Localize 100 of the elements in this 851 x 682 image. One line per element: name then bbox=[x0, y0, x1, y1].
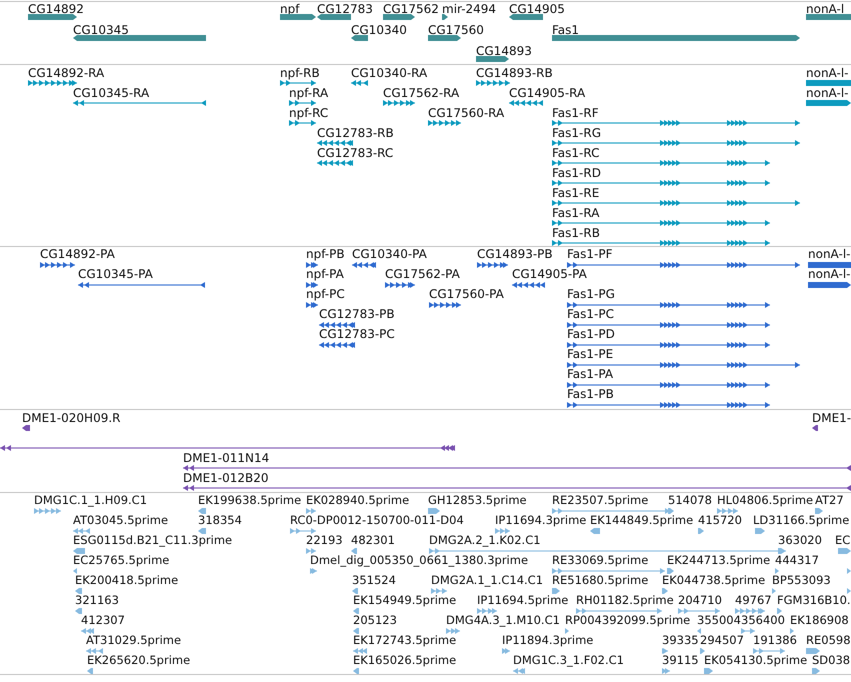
est-label: 355004 bbox=[697, 614, 741, 627]
est-label: DMG2A.2_1.K02.C1 bbox=[429, 534, 541, 547]
est-label: EK172743.5prime bbox=[353, 634, 456, 647]
transcript-label: nonA-l- bbox=[806, 87, 848, 100]
protein-label: Fas1-PE bbox=[567, 348, 614, 361]
est-label: AT31029.5prime bbox=[86, 634, 182, 647]
protein-label: npf-PC bbox=[306, 288, 345, 301]
est-label: 39335 bbox=[662, 634, 699, 647]
gene-label: mir-2494 bbox=[442, 3, 496, 16]
est-label: LD31166.5prime bbox=[753, 514, 850, 527]
est-label: 415720 bbox=[698, 514, 742, 527]
est-label: RE51680.5prime bbox=[552, 574, 648, 587]
est-label: 204710 bbox=[678, 594, 722, 607]
est-label: 39115 bbox=[662, 654, 699, 667]
est-label: 22193 bbox=[306, 534, 343, 547]
est-label: EK028940.5prime bbox=[306, 494, 410, 507]
protein-label: nonA-l- bbox=[808, 268, 850, 281]
transcript-label: Fas1-RE bbox=[552, 187, 600, 200]
gene-label: CG17562 bbox=[383, 3, 439, 16]
transcript-label: CG10340-RA bbox=[351, 67, 428, 80]
est-label: RE0598 bbox=[806, 634, 851, 647]
transcript-label: CG14892-RA bbox=[28, 67, 104, 80]
est-label: RE23507.5prime bbox=[552, 494, 648, 507]
est-label: FGM316B10. bbox=[777, 594, 851, 607]
protein-label: CG10345-PA bbox=[78, 268, 153, 281]
est-label: EC bbox=[835, 534, 850, 547]
est-label: 514078 bbox=[668, 494, 712, 507]
est-label: 205123 bbox=[353, 614, 397, 627]
transcript-label: Fas1-RA bbox=[552, 207, 600, 220]
est-label: DMG4A.3_1.M10.C1 bbox=[446, 614, 560, 627]
est-label: DMG2A.1_1.C14.C1 bbox=[431, 574, 544, 587]
gene-label: CG14905 bbox=[509, 3, 565, 16]
est-label: EK186908 bbox=[790, 614, 849, 627]
est-label: 412307 bbox=[81, 614, 125, 627]
protein-label: Fas1-PB bbox=[567, 388, 614, 401]
est-label: EK054130.5prime bbox=[704, 654, 808, 667]
est-label: 356400 bbox=[741, 614, 785, 627]
gene-label: CG14892 bbox=[28, 3, 84, 16]
gene-label: CG10340 bbox=[351, 24, 407, 37]
gene-label: CG14893 bbox=[476, 45, 532, 58]
transcript-label: Fas1-RC bbox=[552, 147, 600, 160]
protein-label: Fas1-PC bbox=[567, 308, 614, 321]
clone-label: DME1-012B20 bbox=[183, 472, 269, 485]
est-label: Dmel_dig_005350_0661_1380.3prime bbox=[310, 554, 528, 567]
est-label: 191386 bbox=[753, 634, 797, 647]
est-label: EK154949.5prime bbox=[353, 594, 456, 607]
protein-label: Fas1-PA bbox=[567, 368, 614, 381]
est-label: RE33069.5prime bbox=[552, 554, 648, 567]
est-label: AT03045.5prime bbox=[73, 514, 168, 527]
est-label: ESG0115d.B21_C11.3prime bbox=[73, 534, 232, 547]
est-label: EK200418.5prime bbox=[75, 574, 178, 587]
est-label: 321163 bbox=[75, 594, 119, 607]
protein-label: CG14905-PA bbox=[512, 268, 587, 281]
transcript-label: CG17562-RA bbox=[383, 87, 460, 100]
est-label: EK165026.5prime bbox=[353, 654, 456, 667]
est-label: 351524 bbox=[352, 574, 396, 587]
est-label: RH01182.5prime bbox=[576, 594, 674, 607]
est-label: SD038 bbox=[812, 654, 850, 667]
protein-label: CG17560-PA bbox=[429, 288, 504, 301]
est-label: BP553093 bbox=[772, 574, 831, 587]
transcript-label: Fas1-RD bbox=[552, 167, 601, 180]
gene-bar bbox=[806, 13, 851, 21]
clone-label: DME1-020H09.R bbox=[22, 412, 120, 425]
est-label: RC0-DP0012-150700-011-D04 bbox=[290, 514, 464, 527]
transcript-label: CG12783-RC bbox=[317, 147, 394, 160]
clone-label: DME1- bbox=[812, 412, 851, 425]
gene-label: CG17560 bbox=[428, 24, 484, 37]
est-label: EK044738.5prime bbox=[662, 574, 766, 587]
protein-label: npf-PA bbox=[306, 268, 344, 281]
transcript-label: CG17560-RA bbox=[428, 107, 504, 120]
est-label: 444317 bbox=[775, 554, 819, 567]
transcript-label: npf-RB bbox=[280, 67, 320, 80]
protein-label: Fas1-PD bbox=[567, 328, 615, 341]
est-label: 318354 bbox=[198, 514, 242, 527]
est-label: EK144849.5prime bbox=[590, 514, 694, 527]
transcript-label: Fas1-RB bbox=[552, 227, 600, 240]
gene-label: nonA-l bbox=[806, 3, 844, 16]
protein-label: CG14892-PA bbox=[40, 248, 115, 261]
gene-label: Fas1 bbox=[552, 24, 580, 37]
protein-glyph bbox=[808, 261, 851, 269]
transcript-label: CG14893-RB bbox=[476, 67, 553, 80]
gene-label: npf bbox=[280, 3, 300, 16]
est-label: EK244713.5prime bbox=[667, 554, 770, 567]
est-label: 294507 bbox=[700, 634, 744, 647]
protein-label: CG12783-PC bbox=[319, 328, 395, 341]
gene-label: CG10345 bbox=[73, 24, 129, 37]
est-label: 482301 bbox=[351, 534, 395, 547]
est-label: GH12853.5prime bbox=[428, 494, 527, 507]
est-label: 363020 bbox=[778, 534, 822, 547]
protein-label: Fas1-PG bbox=[567, 288, 615, 301]
est-label: IP11694.3prime bbox=[495, 514, 586, 527]
est-label: AT27 bbox=[815, 494, 844, 507]
protein-label: CG17562-PA bbox=[385, 268, 460, 281]
est-label: HL04806.5prime bbox=[717, 494, 814, 507]
est-label: 49767 bbox=[735, 594, 772, 607]
transcript-label: npf-RC bbox=[289, 107, 328, 120]
protein-label: CG10340-PA bbox=[352, 248, 427, 261]
protein-label: npf-PB bbox=[306, 248, 345, 261]
est-label: EK265620.5prime bbox=[87, 654, 190, 667]
protein-label: nonA-l- bbox=[808, 248, 850, 261]
